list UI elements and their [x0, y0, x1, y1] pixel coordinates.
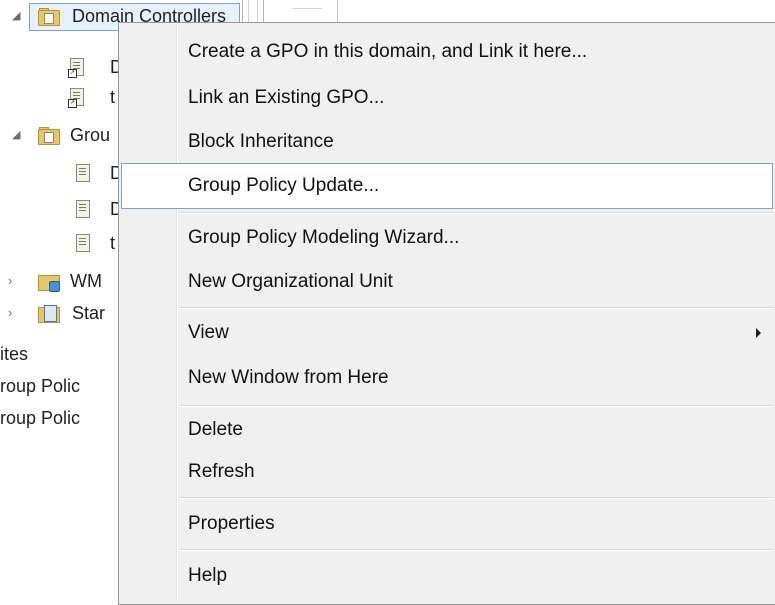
menu-item-label: Block Inheritance: [188, 131, 334, 152]
tree-node-label: roup Polic: [0, 376, 81, 396]
menu-item-link-existing-gpo[interactable]: Link an Existing GPO...: [121, 75, 773, 121]
menu-item-label: Refresh: [188, 461, 255, 482]
tree-node-label: t: [110, 87, 116, 107]
gpo-link-icon: ↗: [68, 88, 84, 108]
collapse-arrow-icon[interactable]: ◢: [12, 122, 20, 148]
menu-item-label: Help: [188, 565, 228, 586]
gpo-icon: [76, 164, 90, 182]
context-menu: Create a GPO in this domain, and Link it…: [118, 22, 775, 605]
tree-node-label: Grou: [70, 125, 111, 145]
menu-item-label: Create a GPO in this domain, and Link it…: [188, 41, 588, 62]
menu-item-help[interactable]: Help: [121, 553, 773, 599]
menu-item-group-policy-update[interactable]: Group Policy Update...: [121, 163, 773, 209]
expand-arrow-icon[interactable]: ›: [8, 300, 12, 326]
gpo-link-icon: ↗: [68, 58, 84, 78]
menu-item-label: Properties: [188, 513, 275, 534]
expand-arrow-icon[interactable]: ›: [8, 268, 12, 294]
ou-folder-icon: [38, 8, 60, 26]
menu-item-group-policy-modeling-wizard[interactable]: Group Policy Modeling Wizard...: [121, 215, 773, 261]
starter-gpos-icon: [38, 305, 60, 323]
gpo-icon: [76, 234, 90, 252]
menu-item-label: Group Policy Modeling Wizard...: [188, 227, 460, 248]
menu-separator: [179, 307, 773, 309]
collapse-arrow-icon[interactable]: ◢: [12, 3, 20, 29]
wmi-filters-icon: [38, 273, 60, 292]
menu-item-new-window-from-here[interactable]: New Window from Here: [121, 355, 773, 401]
menu-item-new-organizational-unit[interactable]: New Organizational Unit: [121, 259, 773, 305]
submenu-arrow-icon: [756, 328, 761, 338]
menu-item-view[interactable]: View: [121, 310, 773, 356]
gpo-icon: [76, 200, 90, 218]
gpo-folder-icon: [38, 127, 60, 145]
tree-node-label: roup Polic: [0, 408, 81, 428]
menu-item-label: New Window from Here: [188, 367, 389, 388]
tree-node-label: Star: [72, 303, 106, 323]
menu-separator: [179, 497, 773, 499]
menu-item-label: Group Policy Update...: [188, 175, 380, 196]
menu-item-label: View: [188, 322, 229, 343]
tree-node-label: WM: [70, 271, 102, 291]
menu-item-refresh[interactable]: Refresh: [121, 449, 773, 495]
tree-node-label: ites: [0, 344, 29, 364]
menu-separator: [179, 549, 773, 551]
menu-item-properties[interactable]: Properties: [121, 501, 773, 547]
menu-item-block-inheritance[interactable]: Block Inheritance: [121, 119, 773, 165]
menu-item-label: Delete: [188, 419, 243, 440]
tree-node-label: t: [110, 233, 116, 253]
menu-item-label: Link an Existing GPO...: [188, 87, 385, 108]
menu-item-label: New Organizational Unit: [188, 271, 393, 292]
menu-separator: [179, 212, 773, 214]
menu-item-create-gpo[interactable]: Create a GPO in this domain, and Link it…: [121, 29, 773, 75]
menu-item-delete[interactable]: Delete: [121, 407, 773, 453]
